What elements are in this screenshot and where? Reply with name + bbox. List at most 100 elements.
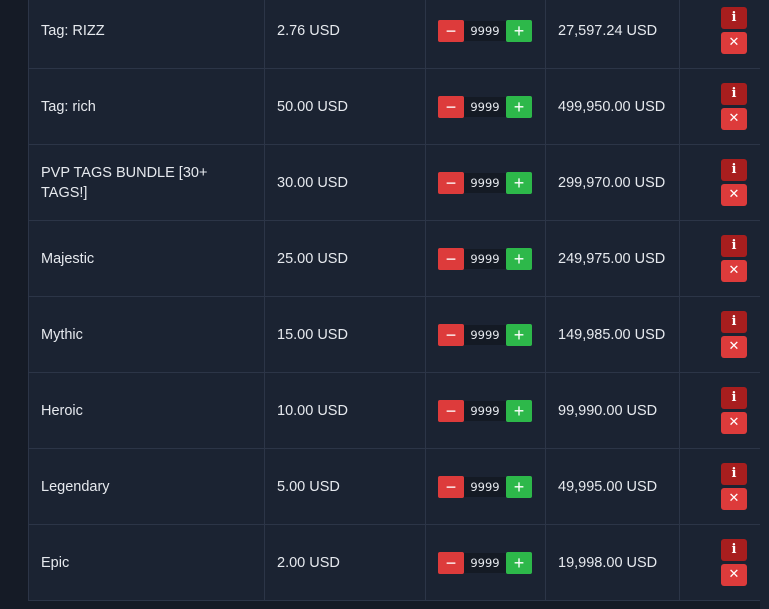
decrease-quantity-button[interactable]: − (438, 171, 464, 194)
table-row: Epic 2.00 USD − + 19,998.00 USD i ✕ (28, 524, 769, 601)
info-button[interactable]: i (721, 83, 747, 105)
info-icon: i (731, 162, 737, 177)
info-button[interactable]: i (721, 235, 747, 257)
close-icon: ✕ (728, 263, 740, 278)
increase-quantity-button[interactable]: + (506, 323, 532, 346)
action-buttons: i ✕ (721, 387, 747, 434)
info-button[interactable]: i (721, 311, 747, 333)
decrease-quantity-button[interactable]: − (438, 475, 464, 498)
close-icon: ✕ (728, 35, 740, 50)
info-icon: i (731, 10, 737, 25)
actions-cell: i ✕ (679, 220, 769, 297)
remove-button[interactable]: ✕ (721, 32, 747, 54)
decrease-quantity-button[interactable]: − (438, 399, 464, 422)
close-icon: ✕ (728, 567, 740, 582)
product-price: 5.00 USD (264, 448, 426, 525)
table-row: Majestic 25.00 USD − + 249,975.00 USD i … (28, 220, 769, 297)
table-row: Heroic 10.00 USD − + 99,990.00 USD i ✕ (28, 372, 769, 449)
action-buttons: i ✕ (721, 311, 747, 358)
cart-body: Tag: RIZZ 2.76 USD − + 27,597.24 USD i ✕… (28, 0, 769, 601)
table-row: Mythic 15.00 USD − + 149,985.00 USD i ✕ (28, 296, 769, 373)
info-button[interactable]: i (721, 463, 747, 485)
line-total: 149,985.00 USD (545, 296, 680, 373)
action-buttons: i ✕ (721, 159, 747, 206)
line-total: 49,995.00 USD (545, 448, 680, 525)
increase-quantity-button[interactable]: + (506, 551, 532, 574)
remove-button[interactable]: ✕ (721, 564, 747, 586)
remove-button[interactable]: ✕ (721, 336, 747, 358)
quantity-input[interactable] (464, 172, 506, 193)
info-button[interactable]: i (721, 7, 747, 29)
decrease-quantity-button[interactable]: − (438, 323, 464, 346)
remove-button[interactable]: ✕ (721, 184, 747, 206)
increase-quantity-button[interactable]: + (506, 399, 532, 422)
action-buttons: i ✕ (721, 539, 747, 586)
table-row: Tag: RIZZ 2.76 USD − + 27,597.24 USD i ✕ (28, 0, 769, 69)
table-row: PVP TAGS BUNDLE [30+ TAGS!] 30.00 USD − … (28, 144, 769, 221)
product-name: PVP TAGS BUNDLE [30+ TAGS!] (28, 144, 265, 221)
page-scrollbar[interactable] (760, 0, 769, 609)
product-name: Mythic (28, 296, 265, 373)
action-buttons: i ✕ (721, 235, 747, 282)
quantity-input[interactable] (464, 248, 506, 269)
line-total: 27,597.24 USD (545, 0, 680, 69)
product-name: Epic (28, 524, 265, 601)
quantity-input[interactable] (464, 476, 506, 497)
info-icon: i (731, 542, 737, 557)
quantity-input[interactable] (464, 96, 506, 117)
quantity-cell: − + (425, 372, 546, 449)
close-icon: ✕ (728, 339, 740, 354)
quantity-input[interactable] (464, 400, 506, 421)
increase-quantity-button[interactable]: + (506, 247, 532, 270)
remove-button[interactable]: ✕ (721, 108, 747, 130)
actions-cell: i ✕ (679, 448, 769, 525)
increase-quantity-button[interactable]: + (506, 95, 532, 118)
decrease-quantity-button[interactable]: − (438, 551, 464, 574)
info-button[interactable]: i (721, 539, 747, 561)
decrease-quantity-button[interactable]: − (438, 247, 464, 270)
actions-cell: i ✕ (679, 524, 769, 601)
action-buttons: i ✕ (721, 7, 747, 54)
line-total: 499,950.00 USD (545, 68, 680, 145)
quantity-cell: − + (425, 448, 546, 525)
remove-button[interactable]: ✕ (721, 488, 747, 510)
decrease-quantity-button[interactable]: − (438, 95, 464, 118)
remove-button[interactable]: ✕ (721, 260, 747, 282)
actions-cell: i ✕ (679, 68, 769, 145)
line-total: 249,975.00 USD (545, 220, 680, 297)
quantity-input[interactable] (464, 324, 506, 345)
decrease-quantity-button[interactable]: − (438, 19, 464, 42)
product-price: 2.00 USD (264, 524, 426, 601)
quantity-input[interactable] (464, 20, 506, 41)
actions-cell: i ✕ (679, 296, 769, 373)
table-row: Tag: rich 50.00 USD − + 499,950.00 USD i… (28, 68, 769, 145)
quantity-stepper: − + (438, 95, 533, 118)
quantity-stepper: − + (438, 551, 533, 574)
quantity-cell: − + (425, 68, 546, 145)
cart-table-container: Tag: RIZZ 2.76 USD − + 27,597.24 USD i ✕… (28, 0, 769, 601)
increase-quantity-button[interactable]: + (506, 171, 532, 194)
info-icon: i (731, 86, 737, 101)
product-price: 15.00 USD (264, 296, 426, 373)
quantity-input[interactable] (464, 552, 506, 573)
increase-quantity-button[interactable]: + (506, 475, 532, 498)
quantity-stepper: − + (438, 247, 533, 270)
quantity-stepper: − + (438, 475, 533, 498)
line-total: 299,970.00 USD (545, 144, 680, 221)
action-buttons: i ✕ (721, 463, 747, 510)
close-icon: ✕ (728, 491, 740, 506)
remove-button[interactable]: ✕ (721, 412, 747, 434)
product-price: 50.00 USD (264, 68, 426, 145)
cart-table: Tag: RIZZ 2.76 USD − + 27,597.24 USD i ✕… (28, 0, 769, 601)
quantity-cell: − + (425, 0, 546, 69)
actions-cell: i ✕ (679, 372, 769, 449)
increase-quantity-button[interactable]: + (506, 19, 532, 42)
product-name: Majestic (28, 220, 265, 297)
info-icon: i (731, 238, 737, 253)
info-button[interactable]: i (721, 159, 747, 181)
quantity-stepper: − + (438, 171, 533, 194)
info-button[interactable]: i (721, 387, 747, 409)
quantity-stepper: − + (438, 399, 533, 422)
action-buttons: i ✕ (721, 83, 747, 130)
close-icon: ✕ (728, 111, 740, 126)
